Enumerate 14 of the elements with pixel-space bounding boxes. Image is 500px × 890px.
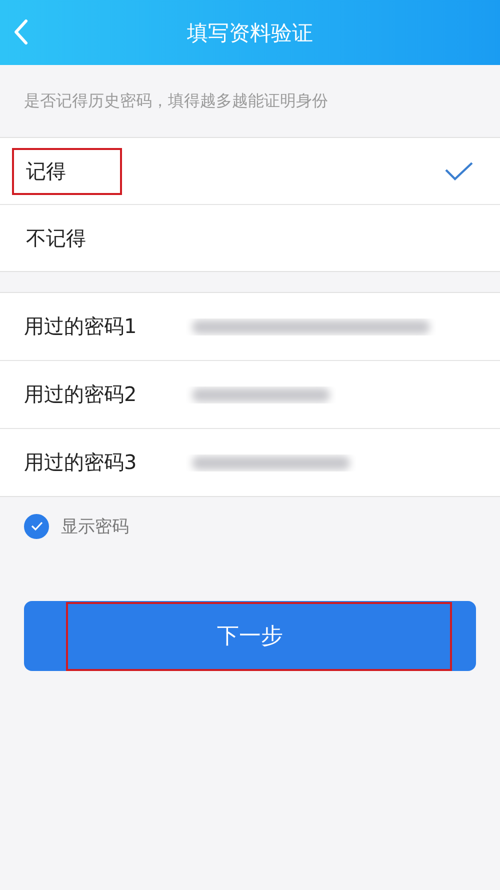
option-row[interactable]: 不记得 <box>0 205 500 271</box>
back-icon[interactable] <box>13 18 29 46</box>
tick-icon <box>30 521 42 531</box>
password-label: 用过的密码3 <box>24 449 138 476</box>
option-label: 记得 <box>12 148 122 194</box>
password-label: 用过的密码1 <box>24 313 138 340</box>
option-row[interactable]: 记得 <box>0 138 500 205</box>
show-password-label: 显示密码 <box>61 516 129 538</box>
show-password-checkbox[interactable] <box>24 514 49 538</box>
option-label: 不记得 <box>25 224 87 252</box>
password-label: 用过的密码2 <box>24 381 138 408</box>
next-button[interactable]: 下一步 <box>24 601 476 671</box>
page-title: 填写资料验证 <box>187 20 313 46</box>
check-icon <box>444 161 474 181</box>
